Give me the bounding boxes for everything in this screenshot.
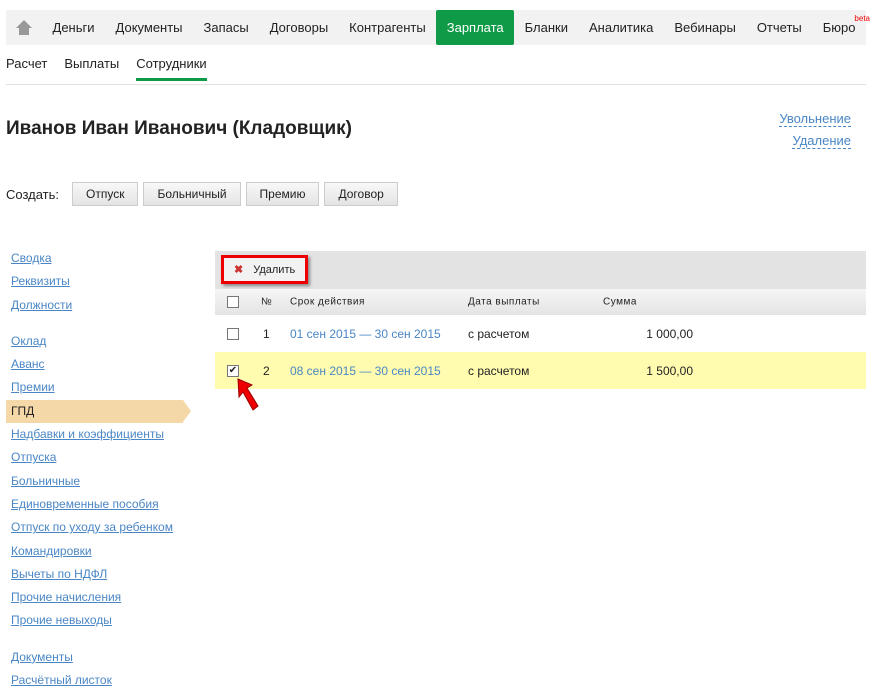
sidebar-item[interactable]: Расчётный листок [11, 669, 183, 692]
pointer-arrow-icon [237, 378, 259, 411]
sidebar-item[interactable]: Командировки [11, 540, 183, 563]
beta-badge: beta [854, 14, 870, 23]
row-sum: 1 500,00 [646, 363, 693, 378]
sidebar-item[interactable]: Оклад [11, 330, 183, 353]
page-title: Иванов Иван Иванович (Кладовщик) [6, 118, 352, 139]
nav-money[interactable]: Деньги [42, 10, 105, 45]
subnav-payments[interactable]: Выплаты [64, 56, 119, 81]
delete-employee-link[interactable]: Удаление [792, 133, 851, 149]
grid-toolbar: ✖ Удалить [215, 251, 866, 289]
header-pay-date: Дата выплаты [468, 296, 540, 308]
sidebar-item[interactable]: Премии [11, 376, 183, 399]
gpd-grid: ✖ Удалить № Срок действия Дата выплаты Су… [215, 251, 866, 389]
select-all-checkbox[interactable] [227, 296, 239, 308]
sidebar-item[interactable]: Прочие начисления [11, 586, 183, 609]
sidebar-item[interactable]: Больничные [11, 470, 183, 493]
divider [6, 84, 866, 85]
delete-label: Удалить [253, 264, 296, 276]
grid-header: № Срок действия Дата выплаты Сумма [215, 289, 866, 315]
header-sum: Сумма [603, 296, 637, 308]
row-pay-date: с расчетом [468, 363, 530, 378]
sidebar-item[interactable]: Единовременные пособия [11, 493, 183, 516]
nav-salary[interactable]: Зарплата [436, 10, 515, 45]
subnav-calc[interactable]: Расчет [6, 56, 47, 81]
row-num: 1 [263, 326, 270, 341]
sidebar: Сводка Реквизиты Должности Оклад Аванс Премии… [6, 247, 191, 692]
sidebar-item[interactable]: Отпуск по уходу за ребенком [11, 516, 183, 539]
row-num: 2 [263, 363, 270, 378]
row-pay-date: с расчетом [468, 326, 530, 341]
sidebar-item[interactable]: Прочие невыходы [11, 609, 183, 632]
delete-button[interactable]: ✖ Удалить [221, 255, 309, 284]
top-nav: Деньги Документы Запасы Договоры Контраг… [6, 10, 870, 45]
sidebar-item[interactable]: Аванс [11, 353, 183, 376]
delete-x-icon: ✖ [234, 264, 244, 276]
nav-contractors[interactable]: Контрагенты [339, 10, 437, 45]
home-icon[interactable] [6, 19, 42, 36]
nav-stock[interactable]: Запасы [193, 10, 259, 45]
row-period-link[interactable]: 01 сен 2015 — 30 сен 2015 [290, 327, 441, 341]
sidebar-item[interactable]: Должности [11, 294, 183, 317]
nav-contracts[interactable]: Договоры [259, 10, 338, 45]
dismiss-link[interactable]: Увольнение [779, 111, 851, 127]
sidebar-item[interactable]: Сводка [11, 247, 183, 270]
table-row[interactable]: ✔ 2 08 сен 2015 — 30 сен 2015 с расчетом… [215, 352, 866, 389]
sidebar-item[interactable]: Документы [11, 646, 183, 669]
nav-analytics[interactable]: Аналитика [579, 10, 664, 45]
row-period-link[interactable]: 08 сен 2015 — 30 сен 2015 [290, 364, 441, 378]
sidebar-item[interactable]: Вычеты по НДФЛ [11, 563, 183, 586]
row-sum: 1 000,00 [646, 326, 693, 341]
subnav-employees[interactable]: Сотрудники [136, 56, 207, 81]
table-row[interactable]: 1 01 сен 2015 — 30 сен 2015 с расчетом 1… [215, 315, 866, 352]
create-label: Создать: [6, 186, 60, 202]
create-bonus-button[interactable]: Премию [245, 182, 320, 206]
actions-links: Увольнение Удаление [779, 108, 851, 152]
sidebar-item[interactable]: Реквизиты [11, 270, 183, 293]
nav-forms[interactable]: Бланки [514, 10, 578, 45]
nav-bureau[interactable]: Бюро beta [812, 10, 870, 45]
create-bar: Создать: Отпуск Больничный Премию Догово… [6, 182, 398, 206]
nav-bureau-label: Бюро [822, 20, 856, 35]
row-checkbox[interactable]: ✔ [227, 364, 239, 377]
row-checkbox[interactable] [227, 327, 239, 340]
create-sick-leave-button[interactable]: Больничный [143, 182, 241, 206]
sidebar-item[interactable]: Отпуска [11, 446, 183, 469]
nav-documents[interactable]: Документы [105, 10, 193, 45]
sub-nav: Расчет Выплаты Сотрудники [6, 56, 224, 81]
header-period: Срок действия [290, 296, 365, 308]
header-num: № [261, 296, 273, 308]
sidebar-item[interactable]: Надбавки и коэффициенты [11, 423, 183, 446]
sidebar-item[interactable]: ГПД [6, 399, 191, 424]
create-contract-button[interactable]: Договор [324, 182, 398, 206]
nav-webinars[interactable]: Вебинары [664, 10, 746, 45]
create-vacation-button[interactable]: Отпуск [72, 182, 139, 206]
nav-reports[interactable]: Отчеты [746, 10, 812, 45]
